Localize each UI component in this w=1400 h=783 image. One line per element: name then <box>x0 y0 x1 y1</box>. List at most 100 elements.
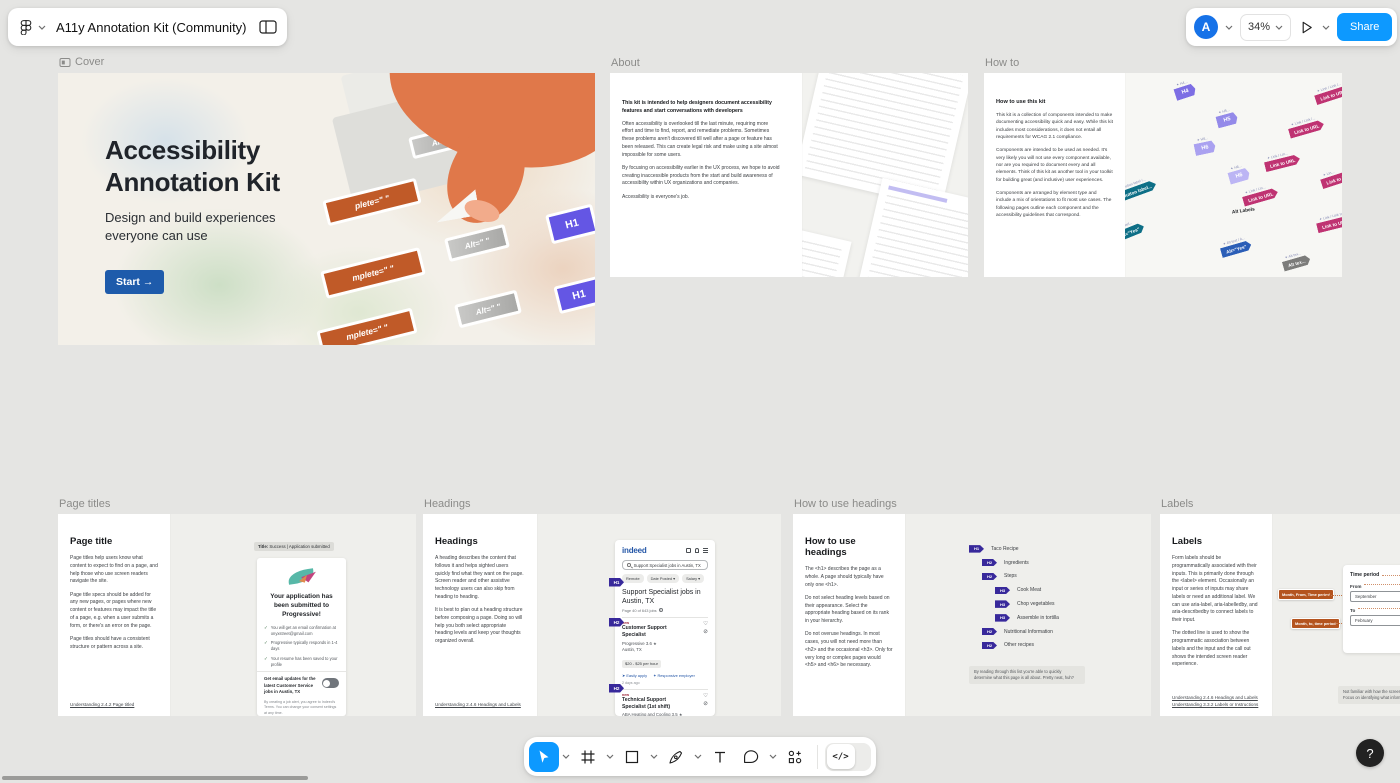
screenreader-annotation-tag: Month, to, time period <box>1291 618 1340 629</box>
pen-tool-button[interactable] <box>661 742 691 772</box>
cover-frame[interactable]: plete=" "mplete=" "mplete=" "Alt=" "Alt=… <box>58 73 595 345</box>
annotation-tag: ✦ H4...H4 <box>1172 78 1197 101</box>
check-icon: ✓ <box>264 625 268 637</box>
shape-tool-button[interactable] <box>617 742 647 772</box>
frame-label-labels[interactable]: Labels <box>1161 498 1193 510</box>
canvas-toolbar: </> <box>524 737 876 776</box>
about-frame[interactable]: This kit is intended to help designers d… <box>610 73 968 277</box>
file-title[interactable]: A11y Annotation Kit (Community) <box>56 20 247 35</box>
dev-mode-icon[interactable]: </> <box>827 744 855 769</box>
frame-label-cover[interactable]: Cover <box>59 56 104 68</box>
title-annotation-tag: Title: Success | Application submitted <box>254 542 334 551</box>
dev-mode-toggle[interactable]: </> <box>825 743 871 771</box>
time-period-form: Time period From September To February <box>1343 565 1400 653</box>
job-card-icons: ♡⊘ <box>703 694 708 708</box>
search-input: Support Specialist jobs in Austin, TX <box>622 560 708 570</box>
annotation-tag: ✦ Link / Lin...Link to URL <box>1241 182 1280 206</box>
heading-hierarchy-row: H2Steps <box>982 570 1059 584</box>
how-to-use-headings-frame[interactable]: How to use headings The <h1> describes t… <box>793 514 1151 716</box>
check-item: ✓Your resume has been saved to your prof… <box>264 656 339 668</box>
frame-label-about[interactable]: About <box>611 57 640 69</box>
paragraph: Components are intended to be used as ne… <box>996 147 1113 184</box>
howto-page: How to use this kit This kit is a collec… <box>984 73 1125 277</box>
frame-tool-button[interactable] <box>573 742 603 772</box>
labels-frame[interactable]: Labels Form labels should be programmati… <box>1160 514 1400 716</box>
comment-tool-chevron[interactable] <box>767 742 779 772</box>
pagetitles-frame[interactable]: Page title Page titles help users know w… <box>58 514 416 716</box>
pen-tool-chevron[interactable] <box>692 742 704 772</box>
annotation-tag: Alt Labels <box>1232 207 1255 215</box>
comment-tool-button[interactable] <box>736 742 766 772</box>
application-submitted-card: Your application has been submitted to P… <box>257 558 346 716</box>
paragraph: Page title specs should be added for any… <box>70 592 158 631</box>
heading-label: Nutritional Information <box>1004 629 1053 635</box>
job-location: Austin, TX <box>622 647 708 652</box>
text-tool-button[interactable] <box>705 742 735 772</box>
paragraph: Components are arranged by element type … <box>996 190 1113 220</box>
job-card-icons: ♡⊘ <box>703 622 708 636</box>
shape-tool-chevron[interactable] <box>648 742 660 772</box>
present-chevron-icon[interactable] <box>1322 25 1330 30</box>
help-button[interactable]: ? <box>1356 739 1384 767</box>
zoom-selector[interactable]: 34% <box>1240 14 1291 41</box>
start-button: Start → <box>105 270 164 294</box>
frame-label-pagetitles[interactable]: Page titles <box>59 498 110 510</box>
cover-subtitle: Design and build experiences everyone ca… <box>105 209 315 244</box>
card-title: Your application has been submitted to P… <box>264 593 339 620</box>
page-heading: Headings <box>435 536 525 547</box>
actions-toolbar: A 34% Share <box>1186 8 1397 46</box>
howto-frame[interactable]: ✦ H4...H4✦ H5...H5✦ H6...H6✦ H6...H6✦ Li… <box>984 73 1342 277</box>
indeed-phone-mockup: indeed Support Specialist jobs in Austin… <box>615 540 715 716</box>
job-perks: ➤ Easily apply ✦ Responsive employer <box>622 673 708 678</box>
horizontal-scrollbar[interactable] <box>2 776 308 780</box>
h2-tag: H2 <box>982 559 997 567</box>
frame-label-htuh[interactable]: How to use headings <box>794 498 897 510</box>
annotation-tag: ✦ Link / Link to...Link to URL in... <box>1315 208 1342 233</box>
h1-tag: H1 <box>969 545 984 553</box>
paragraph: The dotted line is used to show the prog… <box>1172 630 1260 669</box>
frame-label-headings[interactable]: Headings <box>424 498 470 510</box>
h3-tag: H3 <box>995 587 1010 595</box>
association-dotted-line <box>1326 595 1344 596</box>
avatar-chevron-icon[interactable] <box>1225 25 1233 30</box>
search-icon <box>627 563 631 567</box>
zoom-level: 34% <box>1248 21 1270 33</box>
heading-label: Ingredients <box>1004 560 1029 566</box>
move-tool-button[interactable] <box>529 742 559 772</box>
actions-tool-button[interactable] <box>780 742 810 772</box>
paper-plane-illustration <box>264 564 339 590</box>
headings-frame[interactable]: Headings A heading describes the content… <box>423 514 781 716</box>
paragraph: Form labels should be programmatically a… <box>1172 555 1260 625</box>
labels-page: Labels Form labels should be programmati… <box>1160 514 1272 716</box>
paragraph: Page titles help users know what content… <box>70 555 158 586</box>
frame-icon <box>59 57 71 68</box>
frame-label-howto[interactable]: How to <box>985 57 1019 69</box>
perk-label: ➤ Easily apply <box>622 673 647 678</box>
annotation-tag: ✦ Link / Link /...Link to URL <box>1287 114 1326 138</box>
job-company: Progressive 3.6 ★ <box>622 641 708 646</box>
zoom-chevron-icon <box>1275 25 1283 30</box>
avatar[interactable]: A <box>1194 15 1218 39</box>
gray-sticker-tag: Alt=" " <box>454 290 522 329</box>
check-icon: ✓ <box>264 656 268 668</box>
frame-tool-chevron[interactable] <box>604 742 616 772</box>
check-text: You will get an email confirmation at on… <box>271 625 339 637</box>
job-card: ♡⊘newTechnical Support Specialist (1st s… <box>622 689 708 716</box>
file-menu-chevron-icon[interactable] <box>38 25 46 30</box>
heading-label: Chop vegetables <box>1017 601 1055 607</box>
share-button[interactable]: Share <box>1337 13 1392 41</box>
sidebar-toggle-icon[interactable] <box>259 20 277 34</box>
indeed-logo: indeed <box>622 546 682 555</box>
about-intro: This kit is intended to help designers d… <box>622 99 780 115</box>
pagetitles-page: Page title Page titles help users know w… <box>58 514 170 716</box>
h2-tag: H2 <box>982 573 997 581</box>
subscribe-text: Get email updates for the latest Custome… <box>264 676 318 695</box>
figma-logo-icon[interactable] <box>18 19 34 35</box>
from-select: September <box>1350 591 1400 602</box>
perk-label: ✦ Responsive employer <box>653 673 695 678</box>
wcag-link: Understanding 2.4.6 Headings and Labels <box>435 702 521 707</box>
move-tool-chevron[interactable] <box>560 742 572 772</box>
present-button[interactable] <box>1298 19 1315 36</box>
heading-label: Assemble in tortilla <box>1017 615 1059 621</box>
orange-sticker-tag: mplete=" " <box>316 308 417 345</box>
